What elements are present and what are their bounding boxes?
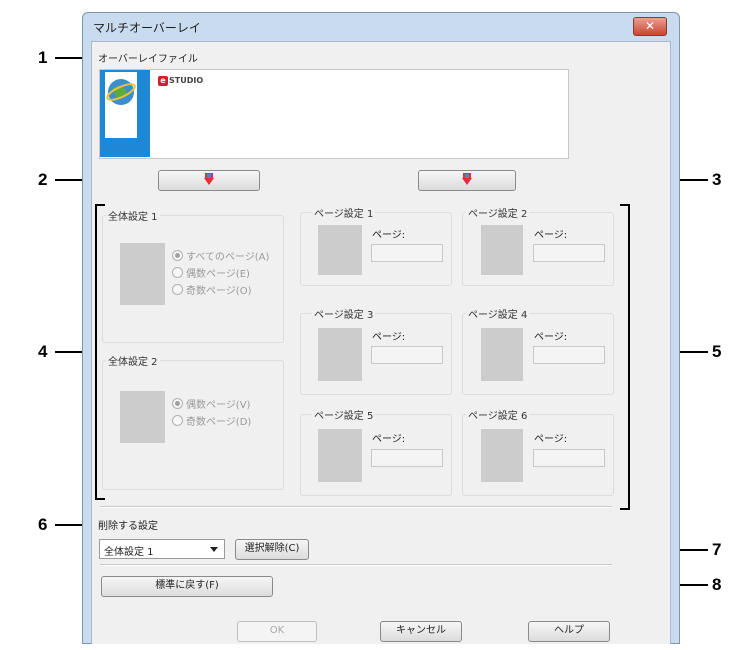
radio-even-pages-2[interactable]: 偶数ページ(V) — [172, 396, 250, 411]
deselect-button[interactable]: 選択解除(C) — [235, 539, 309, 560]
page-setting-2-page-label: ページ: — [534, 230, 568, 241]
page-settings-bracket — [620, 204, 630, 510]
delete-setting-select[interactable]: 全体設定 1 — [99, 539, 225, 559]
down-arrow-icon — [204, 173, 214, 185]
page-setting-1-page-input[interactable] — [371, 244, 443, 262]
window-title: マルチオーバーレイ — [93, 21, 201, 35]
page-setting-4-preview[interactable] — [481, 328, 523, 381]
page-setting-5-page-input[interactable] — [371, 449, 443, 467]
estudio-logo-text: STUDIO — [169, 76, 204, 85]
radio-even-pages-label: 偶数ページ(E) — [186, 269, 250, 280]
page-setting-5-preview[interactable] — [318, 429, 362, 482]
cancel-button[interactable]: キャンセル — [380, 621, 462, 642]
chevron-down-icon — [210, 547, 218, 552]
radio-selected-icon — [172, 398, 183, 409]
reset-to-default-button[interactable]: 標準に戻す(F) — [101, 576, 273, 597]
divider — [100, 506, 612, 508]
radio-icon — [172, 267, 183, 278]
page-setting-2-title: ページ設定 2 — [466, 205, 530, 220]
page-setting-4-title: ページ設定 4 — [466, 306, 530, 321]
radio-selected-icon — [172, 250, 183, 261]
page-setting-3-title: ページ設定 3 — [312, 306, 376, 321]
page-setting-5-page-label: ページ: — [372, 434, 406, 445]
page-setting-1-page-label: ページ: — [372, 230, 406, 241]
page-setting-6-page-label: ページ: — [534, 434, 568, 445]
radio-odd-pages-2-label: 奇数ページ(D) — [186, 417, 252, 428]
ok-button[interactable]: OK — [237, 621, 317, 642]
page-setting-3-page-input[interactable] — [371, 346, 443, 364]
page-setting-5-title: ページ設定 5 — [312, 407, 376, 422]
down-arrow-icon — [462, 173, 472, 185]
global-setting-2-title: 全体設定 2 — [106, 353, 160, 368]
callout-4: 4 — [38, 342, 48, 361]
radio-icon — [172, 415, 183, 426]
callout-8: 8 — [712, 575, 722, 594]
radio-odd-pages-label: 奇数ページ(O) — [186, 286, 252, 297]
page-setting-3-preview[interactable] — [318, 328, 362, 381]
radio-odd-pages-2[interactable]: 奇数ページ(D) — [172, 413, 251, 428]
apply-to-global-button[interactable] — [158, 170, 260, 191]
page-setting-2-page-input[interactable] — [533, 244, 605, 262]
close-button[interactable]: ✕ — [633, 17, 667, 36]
radio-odd-pages[interactable]: 奇数ページ(O) — [172, 282, 251, 297]
close-icon: ✕ — [644, 19, 656, 33]
radio-even-pages-2-label: 偶数ページ(V) — [186, 400, 251, 411]
page-setting-1-preview[interactable] — [318, 225, 362, 275]
radio-all-pages-label: すべてのページ(A) — [186, 252, 270, 263]
divider — [100, 564, 612, 566]
global-setting-2-preview[interactable] — [120, 391, 165, 443]
globe-icon — [106, 79, 136, 105]
callout-1: 1 — [38, 48, 48, 67]
callout-6: 6 — [38, 515, 48, 534]
callout-7: 7 — [712, 540, 722, 559]
title-bar: マルチオーバーレイ ✕ — [83, 13, 679, 39]
delete-setting-value: 全体設定 1 — [104, 547, 154, 558]
page-setting-6-page-input[interactable] — [533, 449, 605, 467]
apply-to-page-button[interactable] — [418, 170, 516, 191]
radio-even-pages[interactable]: 偶数ページ(E) — [172, 265, 250, 280]
help-button[interactable]: ヘルプ — [528, 621, 610, 642]
page-setting-6-title: ページ設定 6 — [466, 407, 530, 422]
estudio-logo-mark: e — [158, 76, 168, 86]
overlay-file-thumbnail[interactable] — [100, 70, 150, 157]
global-setting-1-preview[interactable] — [120, 243, 165, 305]
page-setting-3-page-label: ページ: — [372, 332, 406, 343]
radio-icon — [172, 284, 183, 295]
callout-5: 5 — [712, 342, 722, 361]
page-setting-6-preview[interactable] — [481, 429, 523, 482]
estudio-logo: e STUDIO — [158, 76, 203, 88]
callout-2: 2 — [38, 170, 48, 189]
page-setting-4-page-input[interactable] — [533, 346, 605, 364]
radio-all-pages[interactable]: すべてのページ(A) — [172, 248, 269, 263]
overlay-file-label: オーバーレイファイル — [98, 54, 198, 65]
page-setting-1-title: ページ設定 1 — [312, 205, 376, 220]
delete-setting-label: 削除する設定 — [98, 521, 158, 532]
callout-3: 3 — [712, 170, 722, 189]
page-setting-4-page-label: ページ: — [534, 332, 568, 343]
global-setting-1-title: 全体設定 1 — [106, 208, 160, 223]
page-setting-2-preview[interactable] — [481, 225, 523, 275]
